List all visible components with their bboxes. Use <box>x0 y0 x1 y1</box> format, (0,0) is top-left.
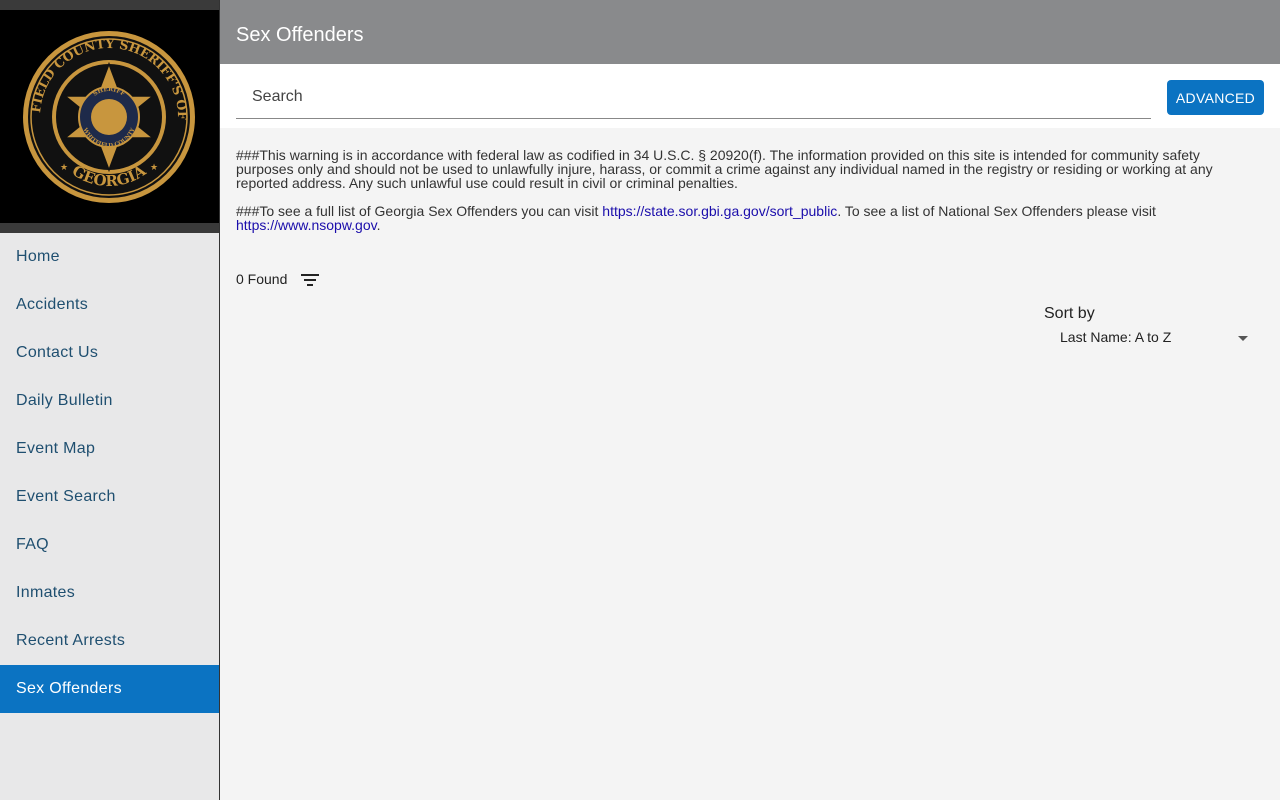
sheriff-badge-logo: WHITFIELD COUNTY SHERIFF'S OFFICE GEORGI… <box>20 28 195 203</box>
page-title: Sex Offenders <box>236 24 364 46</box>
sort-selected-value: Last Name: A to Z <box>1060 329 1172 345</box>
advanced-search-button[interactable]: ADVANCED <box>1167 80 1264 115</box>
sidebar-item-home[interactable]: Home <box>0 233 219 281</box>
top-bar: Sex Offenders <box>220 0 1280 64</box>
sidebar-item-inmates[interactable]: Inmates <box>0 569 219 617</box>
notice-section: ###This warning is in accordance with fe… <box>236 148 1236 246</box>
sort-label: Sort by <box>1044 305 1095 322</box>
legal-warning-text: ###This warning is in accordance with fe… <box>236 147 1213 191</box>
registry-links-suffix: . <box>376 217 381 233</box>
registry-links-text: ###To see a full list of Georgia Sex Off… <box>236 204 1236 232</box>
sidebar-item-daily-bulletin[interactable]: Daily Bulletin <box>0 377 219 425</box>
filter-list-icon[interactable] <box>300 271 320 289</box>
dropdown-arrow-icon <box>1238 336 1248 341</box>
sidebar-item-accidents[interactable]: Accidents <box>0 281 219 329</box>
search-bar: ADVANCED <box>220 64 1280 128</box>
sidebar-item-sex-offenders[interactable]: Sex Offenders <box>0 665 219 713</box>
sidebar-item-event-search[interactable]: Event Search <box>0 473 219 521</box>
sidebar-item-contact-us[interactable]: Contact Us <box>0 329 219 377</box>
svg-text:★: ★ <box>150 162 158 172</box>
registry-links-middle: . To see a list of National Sex Offender… <box>837 203 1156 219</box>
sidebar-item-faq[interactable]: FAQ <box>0 521 219 569</box>
georgia-registry-link[interactable]: https://state.sor.gbi.ga.gov/sort_public <box>602 203 837 219</box>
sidebar: WHITFIELD COUNTY SHERIFF'S OFFICE GEORGI… <box>0 0 220 800</box>
national-registry-link[interactable]: https://www.nsopw.gov <box>236 217 377 233</box>
sidebar-nav: Home Accidents Contact Us Daily Bulletin… <box>0 233 219 713</box>
sidebar-item-recent-arrests[interactable]: Recent Arrests <box>0 617 219 665</box>
results-count: 0 Found <box>236 271 288 287</box>
sort-select[interactable]: Last Name: A to Z <box>1060 329 1252 349</box>
svg-text:★: ★ <box>60 162 68 172</box>
sidebar-item-event-map[interactable]: Event Map <box>0 425 219 473</box>
logo-area: WHITFIELD COUNTY SHERIFF'S OFFICE GEORGI… <box>0 0 219 233</box>
search-input[interactable] <box>236 76 1151 119</box>
